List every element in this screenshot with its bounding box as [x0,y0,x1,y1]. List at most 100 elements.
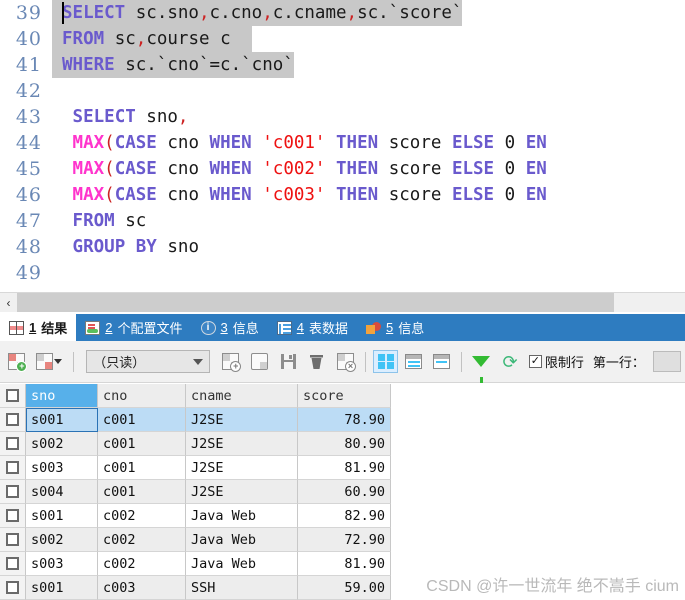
row-select-cell[interactable] [0,504,26,528]
row-checkbox[interactable] [6,509,19,522]
row-select-cell[interactable] [0,456,26,480]
tab-2[interactable]: 2 个配置文件 [76,314,191,341]
row-checkbox[interactable] [6,533,19,546]
limit-rows-checkbox[interactable]: ✓ [528,355,542,368]
row-checkbox[interactable] [6,557,19,570]
code-line[interactable]: 43 SELECT sno, [0,104,685,130]
cell-cno[interactable]: c002 [98,504,186,528]
code-text[interactable]: SELECT sc.sno,c.cno,c.cname,sc.`score` [52,0,463,26]
table-row[interactable]: s001 c001 J2SE 78.90 [0,408,685,432]
grid-header-row[interactable]: sno cno cname score [0,384,685,408]
column-header-sno[interactable]: sno [26,384,98,408]
delete-button[interactable] [304,349,330,375]
limit-rows-group[interactable]: ✓ 限制行 第一行： [528,351,681,372]
cell-sno[interactable]: s003 [26,456,98,480]
cell-cname[interactable]: Java Web [186,504,298,528]
cell-sno[interactable]: s002 [26,432,98,456]
code-line[interactable]: 44 MAX(CASE cno WHEN 'c001' THEN score E… [0,130,685,156]
cell-cname[interactable]: J2SE [186,408,298,432]
table-row[interactable]: s002 c001 J2SE 80.90 [0,432,685,456]
cell-cname[interactable]: J2SE [186,432,298,456]
cell-sno[interactable]: s003 [26,552,98,576]
code-line[interactable]: 41 WHERE sc.`cno`=c.`cno` [0,52,685,78]
edit-mode-select[interactable]: （只读） [86,350,210,373]
tab-5[interactable]: 5 信息 [357,314,433,341]
code-text[interactable]: MAX(CASE cno WHEN 'c001' THEN score ELSE… [52,130,547,156]
cell-cno[interactable]: c001 [98,408,186,432]
code-text[interactable]: SELECT sno, [52,104,189,130]
save-button[interactable] [275,349,301,375]
cell-cno[interactable]: c001 [98,480,186,504]
column-header-score[interactable]: score [298,384,391,408]
select-all-cell[interactable] [0,384,26,408]
scroll-left-arrow-icon[interactable]: ‹ [0,293,17,312]
cell-score[interactable]: 59.00 [298,576,391,600]
sql-editor[interactable]: 39 SELECT sc.sno,c.cno,c.cname,sc.`score`… [0,0,685,290]
cell-cno[interactable]: c002 [98,528,186,552]
result-tab-bar[interactable]: 1 结果 2 个配置文件 i 3 信息 4 表数据 5 信息 [0,314,685,341]
add-record-button[interactable]: + [4,349,30,375]
row-select-cell[interactable] [0,528,26,552]
cell-cno[interactable]: c001 [98,456,186,480]
code-text[interactable]: WHERE sc.`cno`=c.`cno` [52,52,294,78]
code-text[interactable]: GROUP BY sno [52,234,199,260]
scrollbar-thumb[interactable] [17,293,614,312]
code-line[interactable]: 48 GROUP BY sno [0,234,685,260]
table-row[interactable]: s002 c002 Java Web 72.90 [0,528,685,552]
cell-sno[interactable]: s001 [26,504,98,528]
result-data-grid[interactable]: sno cno cname score s001 c001 J2SE 78.90 s002 c00… [0,384,685,600]
row-select-cell[interactable] [0,552,26,576]
cell-cno[interactable]: c001 [98,432,186,456]
table-row[interactable]: s003 c001 J2SE 81.90 [0,456,685,480]
code-text[interactable]: MAX(CASE cno WHEN 'c003' THEN score ELSE… [52,182,547,208]
code-line[interactable]: 49 [0,260,685,286]
code-line[interactable]: 40 FROM sc,course c [0,26,685,52]
cell-sno[interactable]: s002 [26,528,98,552]
filter-button[interactable] [469,349,495,383]
row-checkbox[interactable] [6,437,19,450]
grid-options-button[interactable] [33,349,67,375]
table-row[interactable]: s001 c003 SSH 59.00 [0,576,685,600]
first-row-input[interactable] [652,351,681,372]
row-checkbox[interactable] [6,413,19,426]
table-row[interactable]: s003 c002 Java Web 81.90 [0,552,685,576]
column-header-cname[interactable]: cname [186,384,298,408]
table-row[interactable]: s001 c002 Java Web 82.90 [0,504,685,528]
code-line[interactable]: 45 MAX(CASE cno WHEN 'c002' THEN score E… [0,156,685,182]
tab-3[interactable]: i 3 信息 [192,314,268,341]
cell-sno[interactable]: s004 [26,480,98,504]
row-checkbox[interactable] [6,581,19,594]
cell-cno[interactable]: c003 [98,576,186,600]
row-select-cell[interactable] [0,576,26,600]
code-text[interactable]: FROM sc,course c [52,26,252,52]
cell-sno[interactable]: s001 [26,576,98,600]
row-checkbox[interactable] [6,389,19,402]
cell-cname[interactable]: Java Web [186,528,298,552]
cell-cname[interactable]: Java Web [186,552,298,576]
view-text-button[interactable] [428,350,454,373]
cell-score[interactable]: 81.90 [298,456,391,480]
row-select-cell[interactable] [0,480,26,504]
editor-horizontal-scrollbar[interactable]: ‹ [0,292,685,312]
row-select-cell[interactable] [0,432,26,456]
row-checkbox[interactable] [6,485,19,498]
refresh-button[interactable]: ⟳ [497,349,523,375]
grid-toolbar[interactable]: + （只读） + × ⟳ ✓ 限制行 第一行： [0,341,685,383]
sql-editor-lines[interactable]: 39 SELECT sc.sno,c.cno,c.cname,sc.`score`… [0,0,685,286]
tab-4[interactable]: 4 表数据 [268,314,357,341]
row-checkbox[interactable] [6,461,19,474]
tab-1[interactable]: 1 结果 [0,314,77,341]
cell-cname[interactable]: SSH [186,576,298,600]
code-line[interactable]: 47 FROM sc [0,208,685,234]
scrollbar-track[interactable] [17,293,685,312]
cell-cno[interactable]: c002 [98,552,186,576]
view-form-button[interactable] [401,350,426,373]
cell-cname[interactable]: J2SE [186,456,298,480]
cell-score[interactable]: 81.90 [298,552,391,576]
cell-cname[interactable]: J2SE [186,480,298,504]
cell-score[interactable]: 60.90 [298,480,391,504]
code-line[interactable]: 46 MAX(CASE cno WHEN 'c003' THEN score E… [0,182,685,208]
insert-row-button[interactable]: + [218,349,244,375]
cell-score[interactable]: 72.90 [298,528,391,552]
code-text[interactable]: FROM sc [52,208,147,234]
